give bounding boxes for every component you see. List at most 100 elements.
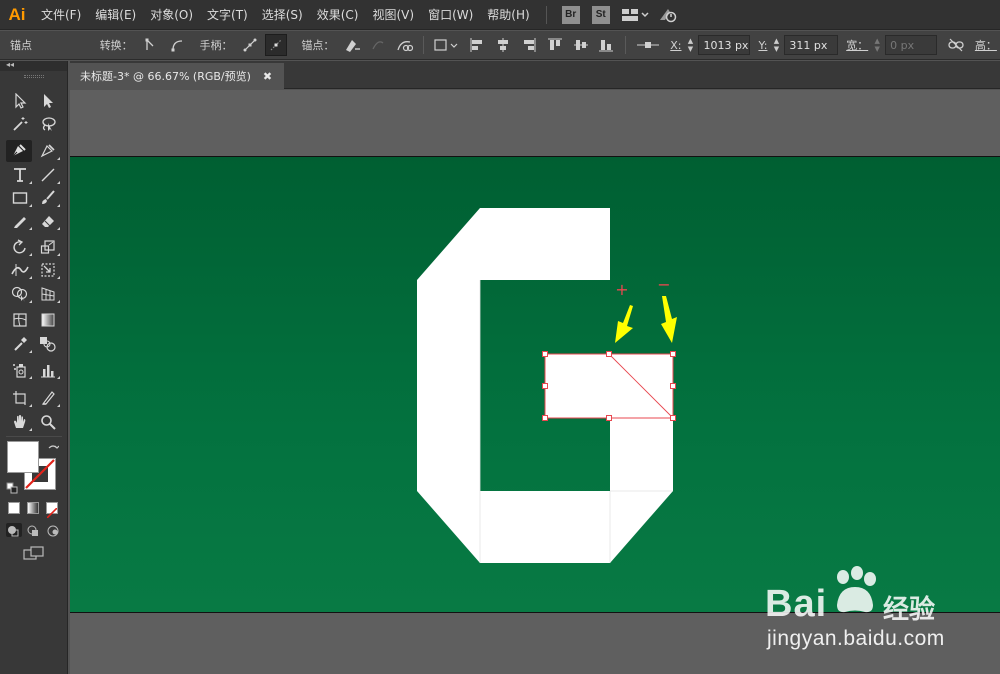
draw-normal-icon[interactable]	[6, 523, 22, 537]
arrange-documents-icon[interactable]	[620, 5, 650, 25]
convert-to-corner-button[interactable]	[140, 34, 162, 56]
reference-point-icon[interactable]	[634, 34, 662, 56]
menu-help[interactable]: 帮助(H)	[480, 0, 536, 30]
menu-view[interactable]: 视图(V)	[365, 0, 421, 30]
yellow-arrow-icon	[615, 305, 633, 343]
scale-tool-icon[interactable]	[35, 236, 61, 258]
app-logo: Ai	[8, 4, 26, 24]
align-horizontal-center-icon[interactable]	[492, 34, 514, 56]
anchor-point[interactable]	[542, 351, 548, 357]
hide-handles-button[interactable]	[265, 34, 288, 56]
free-transform-tool-icon[interactable]	[35, 259, 61, 281]
type-tool-icon[interactable]	[7, 164, 33, 186]
color-mode-icon[interactable]	[8, 502, 20, 514]
g-bottom-bar[interactable]	[480, 491, 610, 563]
none-mode-icon[interactable]	[46, 502, 58, 519]
selection-tool-icon[interactable]	[7, 90, 33, 112]
magic-wand-tool-icon[interactable]	[7, 113, 33, 135]
hand-tool-icon[interactable]	[7, 411, 33, 433]
g-crossbar[interactable]	[545, 354, 673, 418]
menu-window[interactable]: 窗口(W)	[421, 0, 480, 30]
collapse-panel-icon[interactable]: ◂◂	[6, 60, 14, 69]
menu-select[interactable]: 选择(S)	[255, 0, 310, 30]
paintbrush-tool-icon[interactable]	[35, 187, 61, 209]
g-top-bar[interactable]	[480, 208, 610, 280]
swap-fill-stroke-icon[interactable]	[47, 441, 60, 453]
g-left-bottom-bevel[interactable]	[417, 491, 480, 563]
g-left-top-bevel[interactable]	[417, 208, 480, 280]
constrain-proportions-link-icon[interactable]	[945, 34, 967, 56]
menu-effect[interactable]: 效果(C)	[310, 0, 366, 30]
zoom-tool-icon[interactable]	[35, 411, 61, 433]
connect-anchors-button[interactable]	[367, 34, 389, 56]
document-tab[interactable]: 未标题-3* @ 66.67% (RGB/预览) ✖	[70, 63, 284, 89]
shape-builder-tool-icon[interactable]	[7, 283, 33, 305]
bridge-button[interactable]: Br	[561, 5, 580, 24]
menu-file[interactable]: 文件(F)	[34, 0, 88, 30]
g-right-stem[interactable]	[610, 418, 673, 491]
curvature-tool-icon[interactable]	[35, 140, 61, 162]
width-tool-icon[interactable]	[7, 259, 33, 281]
anchor-point[interactable]	[606, 351, 612, 357]
x-position-field[interactable]: 1013 px	[698, 35, 751, 55]
slice-tool-icon[interactable]	[35, 387, 61, 409]
align-bottom-icon[interactable]	[595, 34, 617, 56]
align-right-icon[interactable]	[518, 34, 540, 56]
mesh-tool-icon[interactable]	[7, 309, 33, 331]
g-right-bottom-bevel[interactable]	[610, 491, 673, 563]
stock-button[interactable]: St	[591, 5, 610, 24]
y-position-field[interactable]: 311 px	[784, 35, 839, 55]
x-stepper[interactable]: ▲ ▼	[685, 35, 697, 55]
gradient-tool-icon[interactable]	[35, 309, 61, 331]
line-segment-tool-icon[interactable]	[35, 164, 61, 186]
anchor-point[interactable]	[542, 415, 548, 421]
eyedropper-tool-icon[interactable]	[7, 333, 33, 355]
remove-anchor-button[interactable]	[341, 34, 363, 56]
gradient-mode-icon[interactable]	[27, 502, 39, 514]
default-fill-stroke-icon[interactable]	[6, 479, 18, 494]
width-stepper[interactable]: ▲ ▼	[871, 35, 883, 55]
anchor-point[interactable]	[670, 383, 676, 389]
align-left-icon[interactable]	[466, 34, 488, 56]
anchors-label: 锚点：	[301, 39, 335, 52]
document-tab-title: 未标题-3* @ 66.67% (RGB/预览)	[80, 70, 251, 83]
draw-inside-icon[interactable]	[46, 523, 62, 537]
rectangle-tool-icon[interactable]	[7, 187, 33, 209]
blend-tool-icon[interactable]	[35, 333, 61, 355]
close-icon[interactable]: ✖	[263, 70, 272, 83]
pencil-tool-icon[interactable]	[7, 210, 33, 232]
align-vertical-center-icon[interactable]	[570, 34, 592, 56]
anchor-point[interactable]	[542, 383, 548, 389]
pen-tool-icon[interactable]	[6, 140, 32, 162]
cut-path-button[interactable]	[393, 34, 415, 56]
g-left-stem[interactable]	[417, 280, 480, 491]
fill-swatch[interactable]	[7, 441, 39, 473]
control-separator	[423, 36, 425, 54]
show-handles-button[interactable]	[240, 34, 262, 56]
width-field[interactable]: 0 px	[885, 35, 937, 55]
panel-grip[interactable]	[23, 75, 44, 78]
rotate-tool-icon[interactable]	[7, 236, 33, 258]
artboard[interactable]: + −	[70, 156, 1000, 613]
align-top-icon[interactable]	[544, 34, 566, 56]
menu-object[interactable]: 对象(O)	[143, 0, 200, 30]
artboard-tool-icon[interactable]	[7, 387, 33, 409]
direct-selection-tool-icon[interactable]	[35, 90, 61, 112]
artwork-canvas[interactable]: + −	[70, 157, 1000, 614]
align-to-selection-icon[interactable]	[432, 34, 462, 56]
y-stepper[interactable]: ▲ ▼	[770, 35, 782, 55]
lasso-tool-icon[interactable]	[35, 113, 61, 135]
eraser-tool-icon[interactable]	[35, 210, 61, 232]
convert-to-smooth-button[interactable]	[166, 34, 188, 56]
anchor-point[interactable]	[606, 415, 612, 421]
symbol-sprayer-tool-icon[interactable]	[7, 359, 33, 381]
menu-edit[interactable]: 编辑(E)	[88, 0, 143, 30]
screen-mode-icon[interactable]	[22, 546, 46, 562]
anchor-point[interactable]	[670, 351, 676, 357]
anchor-point[interactable]	[670, 415, 676, 421]
perspective-grid-tool-icon[interactable]	[35, 283, 61, 305]
gpu-performance-icon[interactable]	[658, 5, 678, 25]
menu-type[interactable]: 文字(T)	[200, 0, 255, 30]
column-graph-tool-icon[interactable]	[35, 359, 61, 381]
draw-behind-icon[interactable]	[26, 523, 42, 537]
